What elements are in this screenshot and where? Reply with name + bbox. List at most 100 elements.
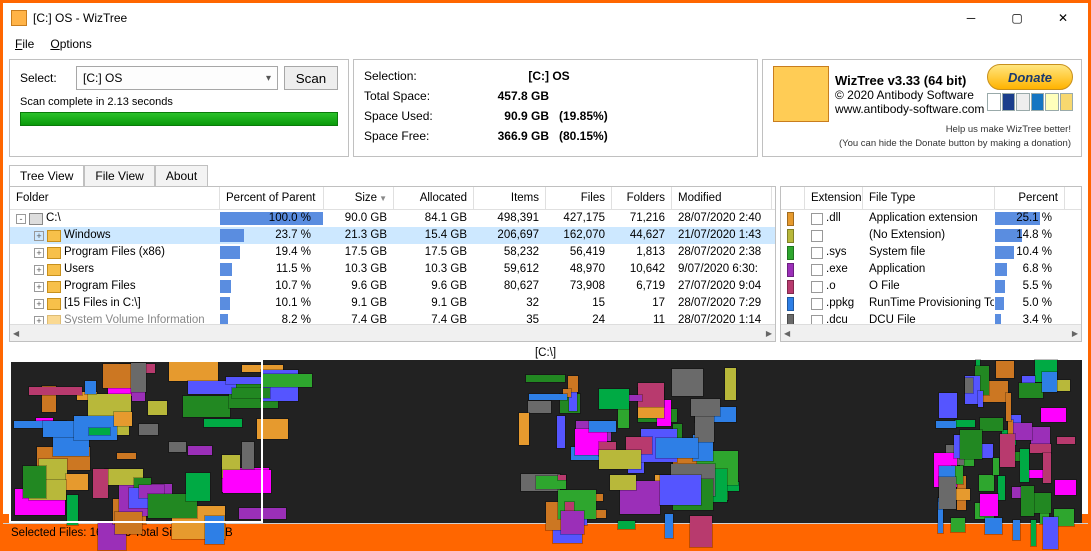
branding-panel: WizTree v3.33 (64 bit) © 2020 Antibody S… — [762, 59, 1082, 157]
tab-about[interactable]: About — [155, 165, 208, 186]
expand-toggle[interactable]: + — [34, 231, 44, 241]
color-swatch — [787, 263, 794, 277]
table-row[interactable]: .exe Application 6.8 % — [781, 261, 1081, 278]
col-ext-percent[interactable]: Percent — [995, 187, 1065, 209]
table-row[interactable]: + Program Files (x86) 19.4 % 17.5 GB 17.… — [10, 244, 775, 261]
table-row[interactable]: - C:\ 100.0 % 90.0 GB 84.1 GB 498,391 42… — [10, 210, 775, 227]
color-swatch — [787, 212, 794, 226]
brand-copyright: © 2020 Antibody Software — [835, 88, 984, 102]
expand-toggle[interactable]: + — [34, 282, 44, 292]
file-icon — [811, 298, 823, 310]
table-row[interactable]: .dcu DCU File 3.4 % — [781, 312, 1081, 324]
info-selection-value: [C:] OS — [459, 66, 639, 86]
folder-icon — [47, 281, 61, 293]
table-row[interactable]: .ppkg RunTime Provisioning To 5.0 % — [781, 295, 1081, 312]
h-scrollbar[interactable] — [10, 324, 775, 341]
folder-name: Program Files — [64, 278, 136, 295]
color-swatch — [787, 297, 794, 311]
info-total-value: 457.8 GB — [459, 86, 549, 106]
close-button[interactable]: ✕ — [1040, 3, 1086, 33]
info-selection-label: Selection: — [364, 66, 459, 86]
file-icon — [811, 230, 823, 242]
table-row[interactable]: + [15 Files in C:\] 10.1 % 9.1 GB 9.1 GB… — [10, 295, 775, 312]
folder-tree-grid: FolderPercent of ParentSize▼AllocatedIte… — [9, 186, 776, 342]
brand-title: WizTree v3.33 (64 bit) — [835, 73, 984, 88]
col-color[interactable] — [781, 187, 805, 209]
select-label: Select: — [20, 71, 70, 85]
expand-toggle[interactable]: + — [34, 265, 44, 275]
col-extension[interactable]: Extension — [805, 187, 863, 209]
file-icon — [811, 281, 823, 293]
menu-file[interactable]: File — [9, 35, 40, 53]
info-free-label: Space Free: — [364, 126, 459, 146]
col-percent[interactable]: Percent of Parent — [220, 187, 324, 209]
col-folders[interactable]: Folders — [612, 187, 672, 209]
info-used-value: 90.9 GB — [459, 106, 549, 126]
file-icon — [811, 315, 823, 325]
folder-icon — [47, 264, 61, 276]
info-panel: Selection:[C:] OS Total Space:457.8 GB S… — [353, 59, 758, 157]
folder-icon — [47, 247, 61, 259]
donate-hint1: Help us make WizTree better! — [773, 124, 1071, 136]
col-files[interactable]: Files — [546, 187, 612, 209]
donate-button[interactable]: Donate — [987, 64, 1073, 90]
folder-name: [15 Files in C:\] — [64, 295, 141, 312]
table-row[interactable]: + Program Files 10.7 % 9.6 GB 9.6 GB 80,… — [10, 278, 775, 295]
app-icon — [11, 10, 27, 26]
info-free-pct: (80.15%) — [549, 126, 639, 146]
folder-icon — [47, 315, 61, 325]
table-row[interactable]: .dll Application extension 25.1 % — [781, 210, 1081, 227]
file-icon — [811, 213, 823, 225]
treemap-canvas[interactable] — [9, 360, 1082, 523]
col-size[interactable]: Size▼ — [324, 187, 394, 209]
expand-toggle[interactable]: + — [34, 299, 44, 309]
table-row[interactable]: + System Volume Information 8.2 % 7.4 GB… — [10, 312, 775, 324]
col-filetype[interactable]: File Type — [863, 187, 995, 209]
col-modified[interactable]: Modified — [672, 187, 772, 209]
color-swatch — [787, 246, 794, 260]
folder-name: Windows — [64, 227, 111, 244]
folder-icon — [47, 230, 61, 242]
h-scrollbar[interactable] — [781, 324, 1081, 341]
brand-icon — [773, 66, 829, 122]
window-title: [C:] OS - WizTree — [33, 11, 948, 25]
progress-bar — [20, 112, 338, 126]
color-swatch — [787, 280, 794, 294]
brand-url[interactable]: www.antibody-software.com — [835, 102, 984, 116]
info-used-pct: (19.85%) — [549, 106, 639, 126]
table-row[interactable]: .o O File 5.5 % — [781, 278, 1081, 295]
folder-name: System Volume Information — [64, 312, 205, 324]
expand-toggle[interactable]: + — [34, 248, 44, 258]
file-icon — [811, 264, 823, 276]
menubar: File Options — [3, 33, 1088, 55]
table-row[interactable]: + Windows 23.7 % 21.3 GB 15.4 GB 206,697… — [10, 227, 775, 244]
menu-options[interactable]: Options — [44, 35, 97, 53]
select-panel: Select: [C:] OS Scan Scan complete in 2.… — [9, 59, 349, 157]
color-swatch — [787, 314, 794, 325]
minimize-button[interactable]: ─ — [948, 3, 994, 33]
extension-grid: ExtensionFile TypePercent .dll Applicati… — [780, 186, 1082, 342]
table-row[interactable]: (No Extension) 14.8 % — [781, 227, 1081, 244]
maximize-button[interactable]: ▢ — [994, 3, 1040, 33]
tab-file-view[interactable]: File View — [84, 165, 154, 186]
scan-button[interactable]: Scan — [284, 66, 338, 90]
col-allocated[interactable]: Allocated — [394, 187, 474, 209]
table-row[interactable]: + Users 11.5 % 10.3 GB 10.3 GB 59,612 48… — [10, 261, 775, 278]
expand-toggle[interactable]: - — [16, 214, 26, 224]
info-total-label: Total Space: — [364, 86, 459, 106]
color-swatch — [787, 229, 794, 243]
expand-toggle[interactable]: + — [34, 316, 44, 325]
col-folder[interactable]: Folder — [10, 187, 220, 209]
info-free-value: 366.9 GB — [459, 126, 549, 146]
tab-tree-view[interactable]: Tree View — [9, 165, 84, 186]
folder-icon — [29, 213, 43, 225]
donate-hint2: (You can hide the Donate button by makin… — [773, 138, 1071, 150]
col-items[interactable]: Items — [474, 187, 546, 209]
folder-icon — [47, 298, 61, 310]
drive-select[interactable]: [C:] OS — [76, 66, 278, 90]
treemap-title: [C:\] — [9, 346, 1082, 360]
folder-name: Program Files (x86) — [64, 244, 165, 261]
table-row[interactable]: .sys System file 10.4 % — [781, 244, 1081, 261]
folder-name: C:\ — [46, 210, 61, 227]
scan-status: Scan complete in 2.13 seconds — [20, 96, 338, 108]
